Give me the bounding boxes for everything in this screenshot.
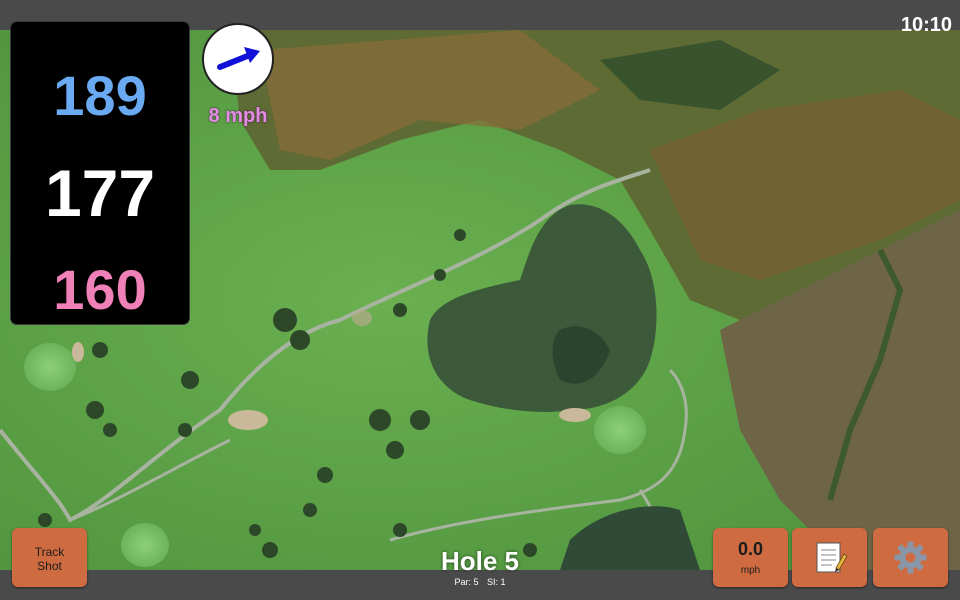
track-shot-label-line2: Shot bbox=[37, 559, 62, 573]
middle-distance: 177 bbox=[44, 156, 156, 230]
front-distance: 160 bbox=[53, 258, 147, 321]
speed-value: 0.0 bbox=[737, 539, 764, 559]
hole-stroke-index: SI: 1 bbox=[487, 577, 506, 587]
wind-speed: 8 mph bbox=[208, 105, 268, 127]
notes-button[interactable] bbox=[792, 528, 867, 587]
gear-icon bbox=[894, 541, 927, 574]
speed-unit: mph bbox=[740, 565, 761, 576]
clock: 10:10 bbox=[900, 14, 952, 36]
hole-par: Par: 5 bbox=[454, 577, 479, 587]
notepad-icon bbox=[816, 542, 848, 573]
arrow-right-icon bbox=[217, 47, 260, 70]
back-distance: 189 bbox=[53, 64, 147, 127]
distance-panel: 189 177 160 bbox=[11, 22, 189, 324]
speed-button[interactable]: 0.0 mph bbox=[713, 528, 788, 587]
hole-title: Hole 5 bbox=[440, 546, 520, 576]
wind-indicator bbox=[202, 23, 274, 95]
settings-button[interactable] bbox=[873, 528, 948, 587]
hole-info: Par: 5 SI: 1 bbox=[380, 577, 580, 587]
track-shot-button[interactable]: Track Shot bbox=[12, 528, 87, 587]
track-shot-label-line1: Track bbox=[34, 545, 65, 559]
